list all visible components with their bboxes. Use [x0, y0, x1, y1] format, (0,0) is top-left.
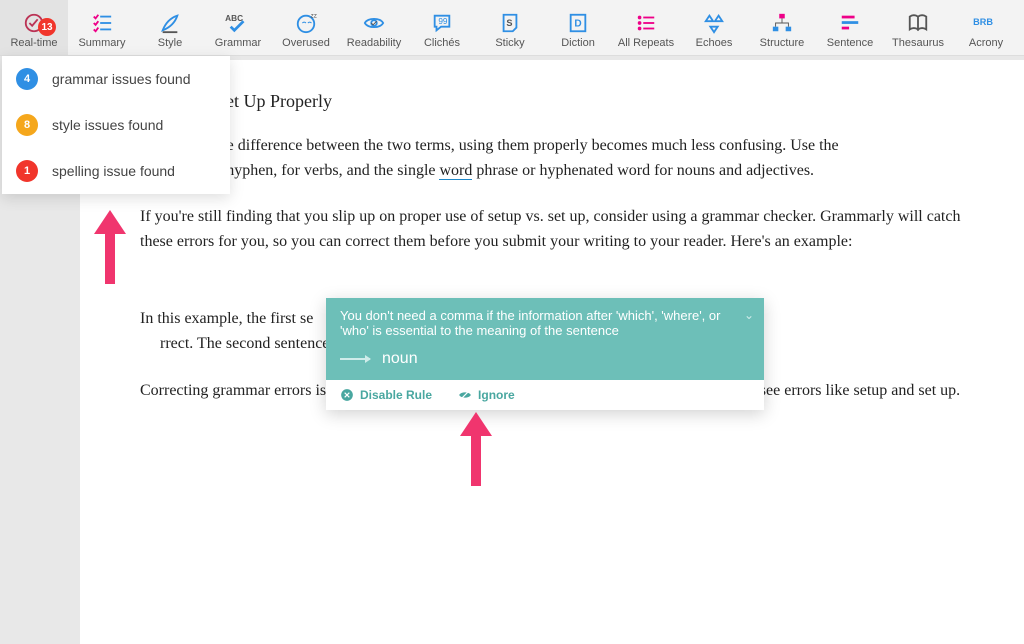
tool-label: Clichés — [424, 37, 460, 49]
tool-label: Readability — [347, 37, 401, 49]
eye-check-icon — [360, 11, 388, 35]
dropdown-item-grammar[interactable]: 4 grammar issues found — [2, 56, 230, 102]
tool-thesaurus[interactable]: Thesaurus — [884, 0, 952, 55]
chevron-down-icon[interactable]: ⌄ — [744, 308, 754, 322]
tool-structure[interactable]: Structure — [748, 0, 816, 55]
doc-heading: Setup and Set Up Properly — [140, 88, 964, 116]
svg-text:BRB: BRB — [973, 16, 993, 26]
underlined-word[interactable]: word — [439, 162, 472, 180]
tool-sticky[interactable]: S Sticky — [476, 0, 544, 55]
dropdown-label: grammar issues found — [52, 71, 191, 87]
tool-label: Sentence — [827, 37, 873, 49]
sticky-note-icon: S — [496, 11, 524, 35]
tool-style[interactable]: Style — [136, 0, 204, 55]
tool-label: Echoes — [696, 37, 733, 49]
sleepy-face-icon: zz — [292, 11, 320, 35]
tool-label: Thesaurus — [892, 37, 944, 49]
dropdown-label: spelling issue found — [52, 163, 175, 179]
tool-summary[interactable]: Summary — [68, 0, 136, 55]
list-icon — [632, 11, 660, 35]
svg-text:S: S — [506, 17, 512, 27]
disable-rule-button[interactable]: Disable Rule — [340, 388, 432, 402]
tool-grammar[interactable]: ABC Grammar — [204, 0, 272, 55]
x-circle-icon — [340, 388, 354, 402]
svg-text:D: D — [574, 18, 581, 29]
tool-realtime[interactable]: Real-time 13 — [0, 0, 68, 55]
doc-paragraph: If you're still finding that you slip up… — [140, 205, 964, 255]
dropdown-item-spelling[interactable]: 1 spelling issue found — [2, 148, 230, 194]
tool-diction[interactable]: D Diction — [544, 0, 612, 55]
recycle-icon — [700, 11, 728, 35]
hierarchy-icon — [768, 11, 796, 35]
tool-label: Summary — [78, 37, 125, 49]
suggestion-actions: Disable Rule Ignore — [326, 380, 764, 410]
realtime-badge: 13 — [38, 18, 56, 36]
suggestion-replacement: noun — [382, 350, 418, 368]
tool-label: Overused — [282, 37, 330, 49]
checklist-icon — [88, 11, 116, 35]
quill-icon — [156, 11, 184, 35]
grammar-suggestion-popup: You don't need a comma if the informatio… — [326, 298, 764, 410]
tool-sentence[interactable]: Sentence — [816, 0, 884, 55]
tool-label: All Repeats — [618, 37, 674, 49]
tool-label: Style — [158, 37, 182, 49]
tool-label: Acrony — [969, 37, 1003, 49]
open-book-icon — [904, 11, 932, 35]
tool-readability[interactable]: Readability — [340, 0, 408, 55]
tool-label: Real-time — [10, 37, 57, 49]
count-badge: 4 — [16, 68, 38, 90]
svg-text:99: 99 — [438, 16, 448, 25]
tool-label: Sticky — [495, 37, 524, 49]
brb-icon: BRB — [972, 11, 1000, 35]
tool-overused[interactable]: zz Overused — [272, 0, 340, 55]
doc-paragraph: understand the difference between the tw… — [140, 134, 964, 184]
tool-label: Grammar — [215, 37, 261, 49]
tool-echoes[interactable]: Echoes — [680, 0, 748, 55]
ignore-button[interactable]: Ignore — [458, 388, 515, 402]
tool-label: Diction — [561, 37, 595, 49]
tool-acronym[interactable]: BRB Acrony — [952, 0, 1020, 55]
tool-label: Structure — [760, 37, 805, 49]
count-badge: 1 — [16, 160, 38, 182]
svg-text:zz: zz — [311, 12, 317, 19]
dropdown-label: style issues found — [52, 117, 163, 133]
toolbar: Real-time 13 Summary Style ABC Grammar z… — [0, 0, 1024, 56]
suggestion-message: You don't need a comma if the informatio… — [326, 298, 764, 344]
eye-off-icon — [458, 388, 472, 402]
suggestion-replacement-row[interactable]: noun — [326, 344, 764, 380]
speech-bubble-icon: 99 — [428, 11, 456, 35]
tool-all-repeats[interactable]: All Repeats — [612, 0, 680, 55]
dictionary-icon: D — [564, 11, 592, 35]
tool-cliches[interactable]: 99 Clichés — [408, 0, 476, 55]
bar-chart-icon — [836, 11, 864, 35]
count-badge: 8 — [16, 114, 38, 136]
realtime-dropdown: 4 grammar issues found 8 style issues fo… — [2, 56, 230, 194]
abc-check-icon: ABC — [224, 11, 252, 35]
dropdown-item-style[interactable]: 8 style issues found — [2, 102, 230, 148]
svg-text:ABC: ABC — [225, 14, 243, 23]
arrow-right-icon — [340, 358, 370, 360]
